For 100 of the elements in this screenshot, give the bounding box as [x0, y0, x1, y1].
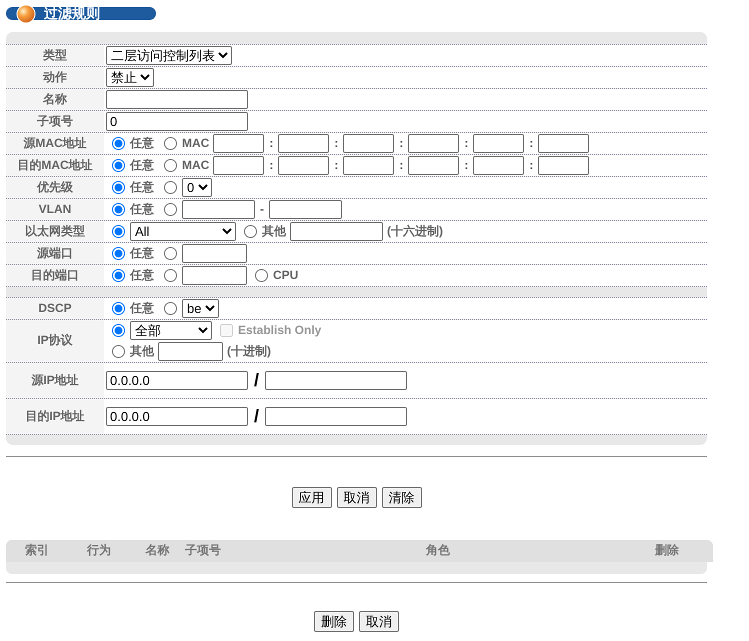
column-header: 删除	[655, 542, 679, 559]
separator: /	[253, 406, 260, 426]
radio-label: 任意	[130, 134, 154, 152]
radio-label: CPU	[273, 268, 298, 282]
action-button[interactable]: 取消	[359, 610, 399, 632]
input-field[interactable]	[182, 200, 255, 218]
field-label: 源端口	[37, 244, 73, 262]
separator: :	[333, 158, 340, 172]
input-field[interactable]	[182, 244, 247, 262]
input-field[interactable]	[343, 134, 394, 152]
input-field[interactable]	[265, 406, 408, 426]
field-label: 优先级	[37, 178, 73, 196]
field-label: 目的端口	[31, 266, 79, 284]
radio-button[interactable]	[164, 268, 177, 282]
dropdown[interactable]: 禁止	[106, 68, 154, 86]
radio-button[interactable]	[164, 158, 177, 172]
input-field[interactable]	[182, 266, 247, 284]
radio-button[interactable]	[255, 268, 268, 282]
column-header: 行为	[87, 542, 111, 559]
action-button[interactable]: 删除	[314, 610, 354, 632]
input-field[interactable]	[538, 134, 590, 152]
radio-button[interactable]	[112, 246, 125, 260]
action-button[interactable]: 清除	[382, 486, 422, 508]
radio-button[interactable]	[164, 202, 177, 216]
field-label: 类型	[43, 46, 67, 64]
radio-button[interactable]	[112, 180, 125, 194]
radio-button[interactable]	[112, 268, 125, 282]
input-field[interactable]: 0.0.0.0	[106, 370, 248, 390]
field-label: 源IP地址	[31, 372, 79, 388]
column-header: 角色	[426, 542, 450, 559]
input-field[interactable]	[473, 156, 524, 174]
column-header: 索引	[25, 542, 49, 559]
separator: :	[463, 158, 470, 172]
field-label: 子项号	[37, 112, 73, 130]
input-field[interactable]	[290, 222, 383, 240]
radio-label: 任意	[130, 244, 154, 262]
radio-label: 任意	[130, 156, 154, 174]
column-header: 名称	[146, 542, 170, 559]
field-label: 目的IP地址	[25, 408, 85, 424]
dropdown[interactable]: All	[130, 222, 236, 240]
input-field[interactable]	[213, 134, 264, 152]
separator: /	[253, 370, 260, 390]
action-button[interactable]: 应用	[292, 486, 332, 508]
radio-button[interactable]	[112, 136, 125, 150]
input-field[interactable]	[158, 342, 223, 360]
radio-button[interactable]	[112, 224, 125, 238]
field-label: DSCP	[38, 301, 72, 315]
input-field[interactable]	[213, 156, 264, 174]
separator: :	[333, 136, 340, 150]
radio-button[interactable]	[164, 302, 177, 314]
dropdown[interactable]: 全部	[130, 320, 212, 340]
input-field[interactable]: 0.0.0.0	[106, 406, 248, 426]
input-field[interactable]: 0	[106, 112, 248, 130]
radio-button[interactable]	[112, 344, 125, 358]
input-field[interactable]	[408, 156, 460, 174]
radio-button[interactable]	[164, 180, 177, 194]
input-field[interactable]	[278, 156, 330, 174]
field-label: 动作	[43, 68, 67, 86]
input-field[interactable]	[269, 200, 342, 218]
dropdown[interactable]: be	[182, 298, 219, 318]
input-field[interactable]	[265, 370, 408, 390]
radio-button[interactable]	[244, 224, 257, 238]
ball-icon	[16, 4, 36, 24]
separator: :	[528, 158, 534, 172]
input-field[interactable]	[408, 134, 460, 152]
radio-label: 其他	[262, 222, 286, 240]
field-label: 名称	[43, 90, 67, 108]
radio-button[interactable]	[164, 136, 177, 150]
input-field[interactable]	[343, 156, 394, 174]
input-field[interactable]	[473, 134, 524, 152]
separator: :	[463, 136, 470, 150]
radio-label: MAC	[182, 158, 210, 172]
input-field[interactable]	[278, 134, 330, 152]
separator: :	[398, 136, 404, 150]
radio-button[interactable]	[112, 202, 125, 216]
separator: :	[268, 158, 274, 172]
field-label: 源MAC地址	[23, 134, 87, 152]
separator: :	[268, 136, 274, 150]
separator: -	[259, 202, 265, 216]
radio-label: 任意	[130, 200, 154, 218]
radio-button[interactable]	[112, 302, 125, 314]
dropdown[interactable]: 0	[182, 178, 212, 196]
radio-button[interactable]	[112, 324, 125, 336]
radio-label: 任意	[130, 300, 154, 316]
input-field[interactable]	[106, 90, 248, 108]
checkbox-label: Establish Only	[238, 323, 322, 337]
input-field[interactable]	[538, 156, 590, 174]
radio-label: 任意	[130, 266, 154, 284]
radio-label: 任意	[130, 178, 154, 196]
field-label: 以太网类型	[25, 222, 85, 240]
separator: :	[398, 158, 404, 172]
hint-text: (十六进制)	[387, 222, 443, 240]
radio-label: 其他	[130, 342, 154, 360]
dropdown[interactable]: 二层访问控制列表	[106, 46, 232, 64]
field-label: VLAN	[38, 202, 72, 216]
field-label: IP协议	[37, 332, 73, 349]
separator: :	[528, 136, 534, 150]
radio-button[interactable]	[164, 246, 177, 260]
radio-button[interactable]	[112, 158, 125, 172]
action-button[interactable]: 取消	[336, 486, 376, 508]
